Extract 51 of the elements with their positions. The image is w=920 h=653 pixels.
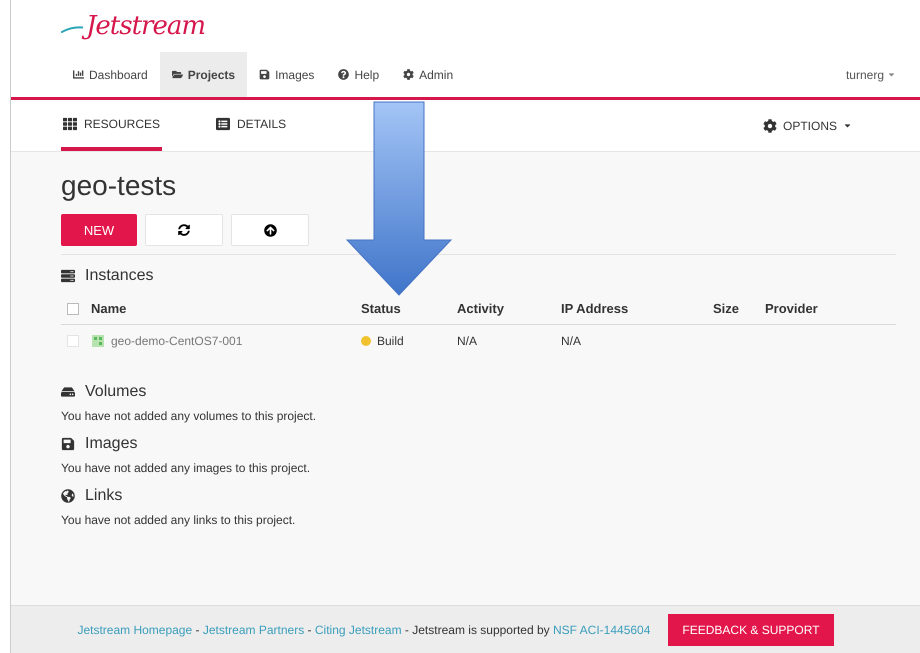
options-menu[interactable]: OPTIONS bbox=[762, 100, 852, 151]
floppy-icon bbox=[259, 69, 270, 80]
logo-swoosh-icon bbox=[61, 26, 83, 33]
footer-text: - Jetstream is supported by bbox=[404, 622, 551, 636]
refresh-icon bbox=[178, 224, 190, 236]
column-header: Status bbox=[361, 301, 402, 316]
empty-message: You have not added any images to this project. bbox=[61, 461, 312, 475]
server-icon bbox=[61, 269, 75, 283]
drive-icon bbox=[61, 385, 75, 399]
row-checkbox[interactable] bbox=[67, 335, 79, 347]
column-header: Activity bbox=[457, 301, 505, 316]
table-cell-text: N/A bbox=[561, 334, 582, 348]
footer-text: - bbox=[306, 622, 313, 636]
grid-icon bbox=[63, 116, 77, 130]
section-title: Instances bbox=[85, 267, 154, 285]
column-header: IP Address bbox=[561, 301, 630, 316]
user-menu[interactable]: turnerg bbox=[846, 52, 896, 97]
feedback-button[interactable]: FEEDBACK & SUPPORT bbox=[668, 614, 834, 646]
refresh-button[interactable] bbox=[145, 214, 223, 246]
table-cell-text: N/A bbox=[457, 334, 478, 348]
column-header: Size bbox=[713, 301, 740, 316]
table-cell: Build bbox=[377, 334, 404, 348]
folder-icon bbox=[172, 69, 183, 80]
globe-icon bbox=[61, 489, 75, 503]
project-title: geo-tests bbox=[61, 170, 178, 202]
column-header: Provider bbox=[765, 301, 819, 316]
settings-icon bbox=[762, 118, 777, 132]
instance-name[interactable]: geo-demo-CentOS7-001 bbox=[111, 334, 242, 348]
section-title: Images bbox=[85, 435, 138, 453]
upload-icon bbox=[264, 224, 276, 236]
column-header: Name bbox=[91, 301, 128, 316]
nav-tab[interactable]: Projects bbox=[160, 52, 248, 97]
empty-message: You have not added any links to this project. bbox=[61, 513, 296, 527]
select-all-checkbox[interactable] bbox=[67, 302, 79, 314]
section-tab[interactable]: DETAILS bbox=[214, 100, 288, 151]
footer-text: - bbox=[194, 622, 201, 636]
section-title: Volumes bbox=[85, 383, 146, 401]
floppy-icon bbox=[61, 437, 75, 451]
help-icon bbox=[338, 69, 350, 80]
nav-tab[interactable]: Images bbox=[247, 52, 326, 97]
nav-tab[interactable]: Admin bbox=[391, 52, 466, 97]
section-title: Links bbox=[85, 487, 122, 505]
instance-icon bbox=[91, 334, 105, 348]
list-icon bbox=[216, 116, 230, 130]
upload-button[interactable] bbox=[231, 214, 309, 246]
settings-icon bbox=[403, 69, 414, 80]
nav-tab[interactable]: Help bbox=[326, 52, 392, 97]
nav-tab[interactable]: Dashboard bbox=[61, 52, 160, 97]
empty-message: You have not added any volumes to this project. bbox=[61, 409, 318, 423]
new-button[interactable]: NEW bbox=[61, 214, 137, 246]
bar-chart-icon bbox=[73, 69, 84, 80]
